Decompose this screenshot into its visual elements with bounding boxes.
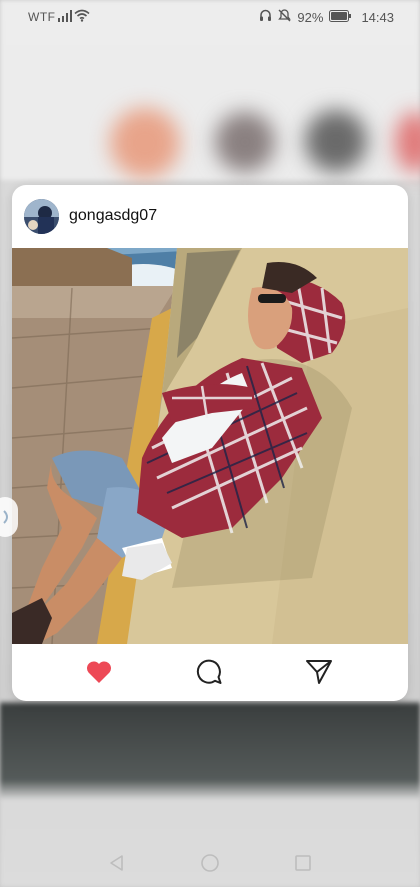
battery-icon: [329, 9, 352, 25]
wifi-icon: [74, 9, 90, 25]
background-story-blob: [215, 112, 275, 172]
post-header: gongasdg07: [12, 185, 408, 248]
post-preview-card[interactable]: gongasdg07: [12, 185, 408, 701]
post-username[interactable]: gongasdg07: [69, 207, 157, 225]
clock: 14:43: [361, 9, 394, 25]
signal-icon: [58, 10, 72, 25]
background-story-blob: [305, 110, 367, 172]
background-story-blob: [110, 108, 180, 178]
home-icon[interactable]: [199, 852, 221, 874]
status-bar: WTF 92% 14:43: [0, 0, 420, 34]
back-icon[interactable]: [106, 852, 128, 874]
battery-percent: 92%: [297, 9, 324, 25]
post-actions: [12, 644, 408, 701]
edge-handle[interactable]: [0, 497, 18, 537]
mute-icon: [278, 9, 292, 25]
comment-icon[interactable]: [194, 657, 224, 687]
recents-icon[interactable]: [292, 852, 314, 874]
avatar[interactable]: [24, 199, 59, 234]
navigation-bar: [0, 840, 420, 887]
carrier-label: WTF: [28, 10, 56, 24]
headphones-icon: [259, 9, 272, 25]
heart-icon[interactable]: [84, 657, 114, 687]
post-photo[interactable]: [12, 248, 408, 644]
send-icon[interactable]: [304, 657, 334, 687]
